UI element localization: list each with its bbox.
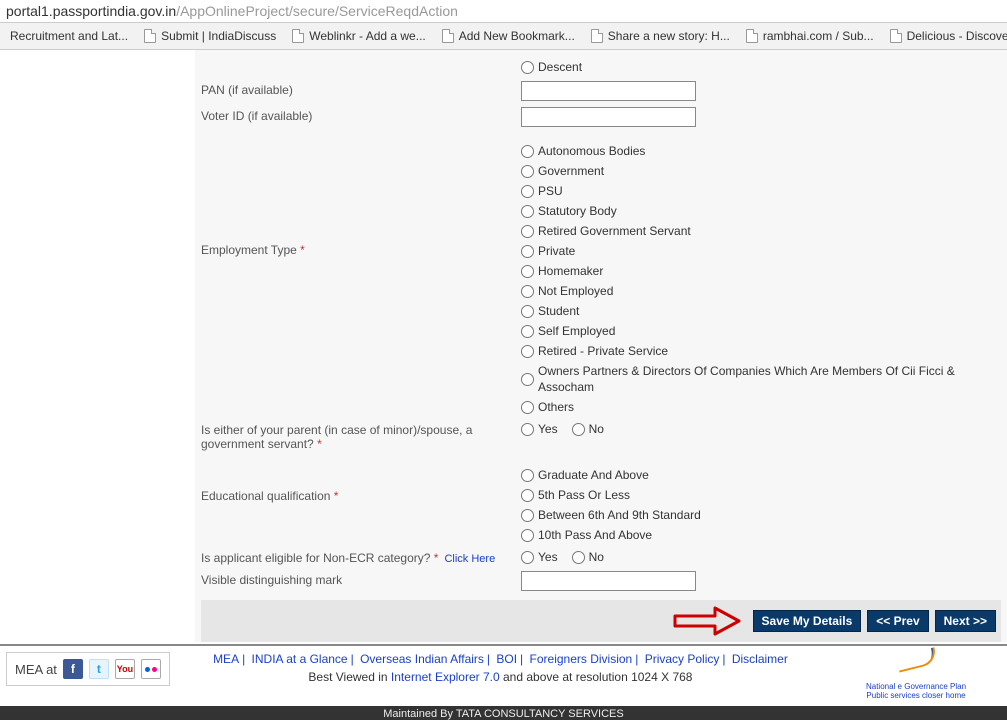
form-container: Descent PAN (if available) Voter ID (if …	[195, 50, 1007, 642]
descent-radio-input[interactable]	[521, 61, 534, 74]
employment-radio[interactable]: Student	[521, 303, 1001, 319]
footer: MEA at f t You MEA| INDIA at a Glance| O…	[0, 646, 1007, 706]
bookmark-item[interactable]: Weblinkr - Add a we...	[286, 26, 432, 46]
footer-link[interactable]: Overseas Indian Affairs	[360, 652, 484, 666]
facebook-icon[interactable]: f	[63, 659, 83, 679]
edu-label: Educational qualification *	[201, 467, 521, 503]
employment-radio[interactable]: Retired Government Servant	[521, 223, 1001, 239]
voter-label: Voter ID (if available)	[201, 107, 521, 123]
prev-button[interactable]: << Prev	[867, 610, 928, 632]
footer-note: Best Viewed in Internet Explorer 7.0 and…	[180, 670, 821, 684]
edu-radio[interactable]: 10th Pass And Above	[521, 527, 1001, 543]
edu-radio[interactable]: 5th Pass Or Less	[521, 487, 1001, 503]
footer-link[interactable]: BOI	[496, 652, 517, 666]
employment-radio[interactable]: Homemaker	[521, 263, 1001, 279]
visible-mark-label: Visible distinguishing mark	[201, 571, 521, 587]
footer-link[interactable]: Foreigners Division	[530, 652, 633, 666]
save-button[interactable]: Save My Details	[753, 610, 862, 632]
bookmarks-bar: Recruitment and Lat... Submit | IndiaDis…	[0, 23, 1007, 50]
edu-radio[interactable]: Graduate And Above	[521, 467, 1001, 483]
url-host: portal1.passportindia.gov.in	[6, 3, 176, 19]
next-button[interactable]: Next >>	[935, 610, 996, 632]
descent-radio[interactable]: Descent	[521, 59, 1001, 75]
twitter-icon[interactable]: t	[89, 659, 109, 679]
employment-radio[interactable]: Others	[521, 399, 1001, 415]
employment-radio[interactable]: Autonomous Bodies	[521, 143, 1001, 159]
employment-options: Autonomous Bodies Government PSU Statuto…	[521, 143, 1001, 415]
pan-label: PAN (if available)	[201, 81, 521, 97]
non-ecr-yes[interactable]: Yes	[521, 549, 558, 565]
employment-label: Employment Type *	[201, 143, 521, 257]
employment-radio[interactable]: PSU	[521, 183, 1001, 199]
edu-radio[interactable]: Between 6th And 9th Standard	[521, 507, 1001, 523]
bookmark-item[interactable]: Submit | IndiaDiscuss	[138, 26, 282, 46]
page-icon	[890, 29, 902, 43]
employment-radio[interactable]: Owners Partners & Directors Of Companies…	[521, 363, 1001, 395]
bookmark-item[interactable]: Share a new story: H...	[585, 26, 736, 46]
parent-gov-yes[interactable]: Yes	[521, 421, 558, 437]
parent-gov-no[interactable]: No	[572, 421, 604, 437]
mea-at-label: MEA at	[15, 662, 57, 677]
employment-radio[interactable]: Statutory Body	[521, 203, 1001, 219]
visible-mark-input[interactable]	[521, 571, 696, 591]
egov-badge: National e Governance Plan Public servic…	[831, 652, 1001, 700]
employment-radio[interactable]: Retired - Private Service	[521, 343, 1001, 359]
page-icon	[292, 29, 304, 43]
employment-radio[interactable]: Private	[521, 243, 1001, 259]
employment-radio[interactable]: Not Employed	[521, 283, 1001, 299]
page-icon	[591, 29, 603, 43]
mea-social-box: MEA at f t You	[6, 652, 170, 686]
button-row: Save My Details << Prev Next >>	[201, 600, 1001, 642]
parent-gov-label: Is either of your parent (in case of min…	[201, 421, 521, 451]
youtube-icon[interactable]: You	[115, 659, 135, 679]
non-ecr-label: Is applicant eligible for Non-ECR catego…	[201, 549, 521, 565]
url-bar[interactable]: portal1.passportindia.gov.in/AppOnlinePr…	[0, 0, 1007, 23]
pan-input[interactable]	[521, 81, 696, 101]
flickr-icon[interactable]	[141, 659, 161, 679]
click-here-link[interactable]: Click Here	[444, 553, 495, 565]
footer-link[interactable]: Disclaimer	[732, 652, 788, 666]
page-icon	[144, 29, 156, 43]
page-icon	[746, 29, 758, 43]
footer-link[interactable]: INDIA at a Glance	[252, 652, 348, 666]
ie-link[interactable]: Internet Explorer 7.0	[391, 670, 500, 684]
non-ecr-no[interactable]: No	[572, 549, 604, 565]
voter-input[interactable]	[521, 107, 696, 127]
bookmark-item[interactable]: rambhai.com / Sub...	[740, 26, 880, 46]
bookmark-item[interactable]: Recruitment and Lat...	[4, 26, 134, 46]
attention-arrow	[673, 606, 743, 636]
egov-logo-icon	[891, 652, 941, 680]
footer-link[interactable]: MEA	[213, 652, 239, 666]
page-icon	[442, 29, 454, 43]
employment-radio[interactable]: Self Employed	[521, 323, 1001, 339]
footer-link[interactable]: Privacy Policy	[645, 652, 720, 666]
bookmark-item[interactable]: Delicious - Discove	[884, 26, 1007, 46]
maintained-bar: Maintained By TATA CONSULTANCY SERVICES	[0, 706, 1007, 720]
employment-radio[interactable]: Government	[521, 163, 1001, 179]
bookmark-item[interactable]: Add New Bookmark...	[436, 26, 581, 46]
footer-links: MEA| INDIA at a Glance| Overseas Indian …	[180, 652, 821, 666]
url-path: /AppOnlineProject/secure/ServiceReqdActi…	[176, 3, 458, 19]
